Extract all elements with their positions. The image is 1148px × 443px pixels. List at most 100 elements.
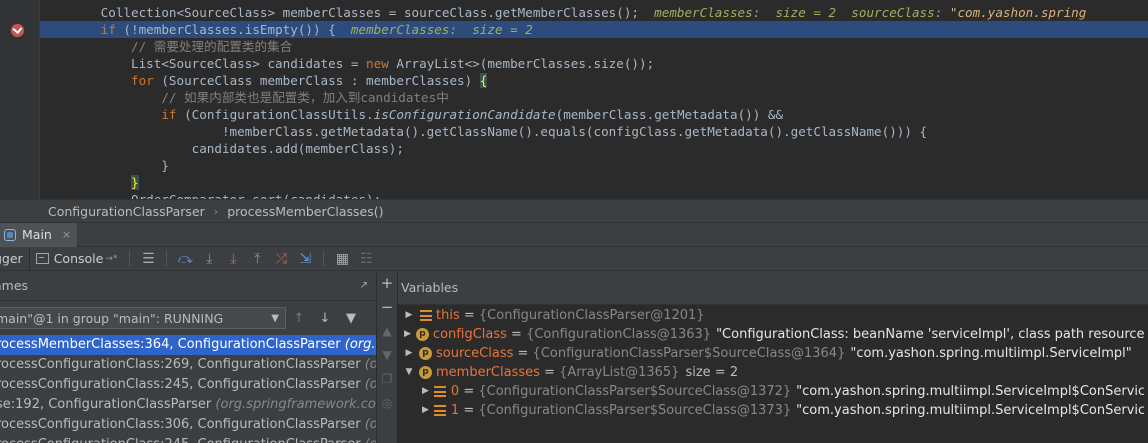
variable-value: "com.yashon.spring.multiimpl.ServiceImpl… bbox=[796, 384, 1148, 399]
remove-watch-icon[interactable]: − bbox=[377, 295, 397, 319]
frame-method: se:192, ConfigurationClassParser bbox=[0, 397, 216, 412]
breadcrumb-class[interactable]: ConfigurationClassParser bbox=[48, 204, 205, 219]
equals-sign: = bbox=[459, 403, 479, 418]
code-line[interactable]: } bbox=[40, 157, 1148, 174]
variable-name: 0 bbox=[450, 384, 460, 399]
filter-icon[interactable]: ▼ bbox=[338, 311, 364, 326]
tab-debugger[interactable]: gger bbox=[0, 246, 30, 271]
code-line[interactable]: // 需要处理的配置类的集合 bbox=[40, 38, 1148, 55]
breakpoint-icon[interactable] bbox=[11, 24, 24, 37]
code-line[interactable]: for (SourceClass memberClass : memberCla… bbox=[40, 72, 1148, 89]
step-out-icon[interactable]: ⤒ bbox=[246, 249, 268, 269]
code-token: new bbox=[366, 56, 389, 71]
code-token: (!memberClasses.isEmpty()) { bbox=[115, 22, 336, 37]
force-step-into-icon[interactable]: ⤓ bbox=[222, 249, 244, 269]
toolbar-divider bbox=[323, 250, 325, 267]
restore-layout-icon[interactable]: ↗ bbox=[360, 280, 368, 291]
debug-tabbar: Main × bbox=[0, 222, 1148, 247]
variable-name: 1 bbox=[450, 403, 460, 418]
code-line[interactable]: Collection<SourceClass> memberClasses = … bbox=[40, 4, 1148, 21]
arrow-down-icon[interactable]: ↓ bbox=[312, 311, 338, 326]
code-line[interactable]: } bbox=[40, 174, 1148, 191]
watch-glasses-icon[interactable]: ◎ bbox=[377, 391, 397, 415]
expand-arrow-icon[interactable]: ▶ bbox=[422, 382, 429, 401]
expand-arrow-icon[interactable]: ▶ bbox=[422, 401, 429, 420]
code-line[interactable]: if (ConfigurationClassUtils.isConfigurat… bbox=[40, 106, 1148, 123]
frames-title: ames bbox=[0, 278, 29, 293]
variable-row[interactable]: ▼ p memberClasses = {ArrayList@1365} size =… bbox=[398, 363, 1148, 382]
field-icon bbox=[434, 386, 447, 397]
equals-sign: = bbox=[539, 365, 560, 380]
code-token: sourceClass: bbox=[836, 5, 950, 20]
debug-config-icon bbox=[4, 228, 16, 241]
expand-arrow-icon[interactable]: ▶ bbox=[404, 306, 414, 325]
variable-type: {ConfigurationClass@1363} bbox=[526, 327, 712, 342]
thread-dropdown[interactable]: main"@1 in group "main": RUNNING ▼ bbox=[0, 307, 286, 329]
code-editor[interactable]: Collection<SourceClass> memberClasses = … bbox=[0, 0, 1148, 199]
thread-row: main"@1 in group "main": RUNNING ▼ ↑ ↓ ▼ bbox=[0, 301, 376, 335]
trace-icon[interactable]: ☷ bbox=[355, 249, 377, 269]
frame-row[interactable]: rocessConfigurationClass:245, Configurat… bbox=[0, 375, 376, 395]
frames-panel: ames ↗ main"@1 in group "main": RUNNING … bbox=[0, 271, 377, 443]
frame-method: rocessConfigurationClass:306, Configurat… bbox=[0, 417, 365, 432]
run-to-cursor-icon[interactable]: ⇲ bbox=[294, 249, 316, 269]
frame-package: (or bbox=[364, 357, 376, 372]
scrollbar[interactable] bbox=[1144, 305, 1148, 443]
pin-icon[interactable]: →* bbox=[105, 254, 117, 264]
copy-icon[interactable]: ❐ bbox=[377, 367, 397, 391]
execution-line[interactable]: if (!memberClasses.isEmpty()) { memberCl… bbox=[40, 21, 1148, 38]
step-over-icon[interactable]: ⤼ bbox=[174, 249, 196, 269]
frame-method: rocessConfigurationClass:245, Configurat… bbox=[0, 437, 365, 443]
code-token: if bbox=[161, 107, 177, 122]
breadcrumb-method[interactable]: processMemberClasses() bbox=[227, 204, 383, 219]
move-down-icon[interactable]: ▼ bbox=[377, 343, 397, 367]
frame-row[interactable]: rocessConfigurationClass:269, Configurat… bbox=[0, 355, 376, 375]
variable-name: memberClasses bbox=[436, 365, 540, 380]
move-up-icon[interactable]: ▲ bbox=[377, 319, 397, 343]
toolbar-divider bbox=[129, 250, 131, 267]
step-into-icon[interactable]: ⤓ bbox=[198, 249, 220, 269]
code-token: memberClasses: size = 2 bbox=[638, 5, 837, 20]
code-token: (ConfigurationClassUtils. bbox=[176, 107, 374, 122]
variable-name: sourceClass bbox=[436, 346, 514, 361]
frame-row[interactable]: rocessConfigurationClass:306, Configurat… bbox=[0, 415, 376, 435]
parameter-icon: p bbox=[415, 328, 429, 341]
show-execution-point-icon[interactable]: ☰ bbox=[137, 249, 159, 269]
code-token: memberClasses: size = 2 bbox=[335, 22, 533, 37]
variable-row[interactable]: ▶ p sourceClass = {ConfigurationClassParse… bbox=[398, 344, 1148, 363]
variable-type: {ConfigurationClassParser$SourceClass@13… bbox=[478, 384, 792, 399]
close-icon[interactable]: × bbox=[62, 228, 71, 241]
variable-row[interactable]: ▶ 1 = {ConfigurationClassParser$SourceCla… bbox=[398, 401, 1148, 420]
code-line[interactable]: candidates.add(memberClass); bbox=[40, 140, 1148, 157]
add-watch-icon[interactable]: + bbox=[377, 271, 397, 295]
code-line[interactable]: List<SourceClass> candidates = new Array… bbox=[40, 55, 1148, 72]
variable-row[interactable]: ▶ this = {ConfigurationClassParser@1201} bbox=[398, 306, 1148, 325]
code-token: candidates.add(memberClass); bbox=[40, 141, 404, 156]
expand-arrow-icon[interactable]: ▶ bbox=[404, 325, 411, 344]
tab-main-label: Main bbox=[22, 227, 52, 242]
variable-row[interactable]: ▶ 0 = {ConfigurationClassParser$SourceCla… bbox=[398, 382, 1148, 401]
frame-row[interactable]: rocessMemberClasses:364, ConfigurationCl… bbox=[0, 335, 376, 355]
frame-method: rocessConfigurationClass:269, Configurat… bbox=[0, 357, 365, 372]
editor-gutter[interactable] bbox=[0, 0, 40, 199]
code-token: } bbox=[40, 158, 169, 173]
tab-main[interactable]: Main × bbox=[0, 222, 78, 247]
arrow-up-icon[interactable]: ↑ bbox=[286, 311, 312, 326]
expand-arrow-icon[interactable]: ▶ bbox=[404, 344, 414, 363]
field-icon bbox=[419, 310, 432, 321]
console-icon bbox=[35, 253, 49, 264]
tab-console[interactable]: Console →* bbox=[30, 247, 124, 271]
code-line[interactable]: OrderComparator.sort(candidates); bbox=[40, 191, 1148, 199]
code-line[interactable]: // 如果内部类也是配置类，加入到candidates中 bbox=[40, 89, 1148, 106]
drop-frame-icon[interactable]: ⤮ bbox=[270, 249, 292, 269]
code-line[interactable]: !memberClass.getMetadata().getClassName(… bbox=[40, 123, 1148, 140]
frame-row[interactable]: rocessConfigurationClass:245, Configurat… bbox=[0, 435, 376, 443]
evaluate-expression-icon[interactable]: ▦ bbox=[331, 249, 353, 269]
collapse-arrow-icon[interactable]: ▼ bbox=[404, 363, 414, 382]
code-token: // 需要处理的配置类的集合 bbox=[40, 39, 293, 54]
variable-row[interactable]: ▶ p configClass = {ConfigurationClass@1363… bbox=[398, 325, 1148, 344]
frame-row[interactable]: se:192, ConfigurationClassParser (org.sp… bbox=[0, 395, 376, 415]
